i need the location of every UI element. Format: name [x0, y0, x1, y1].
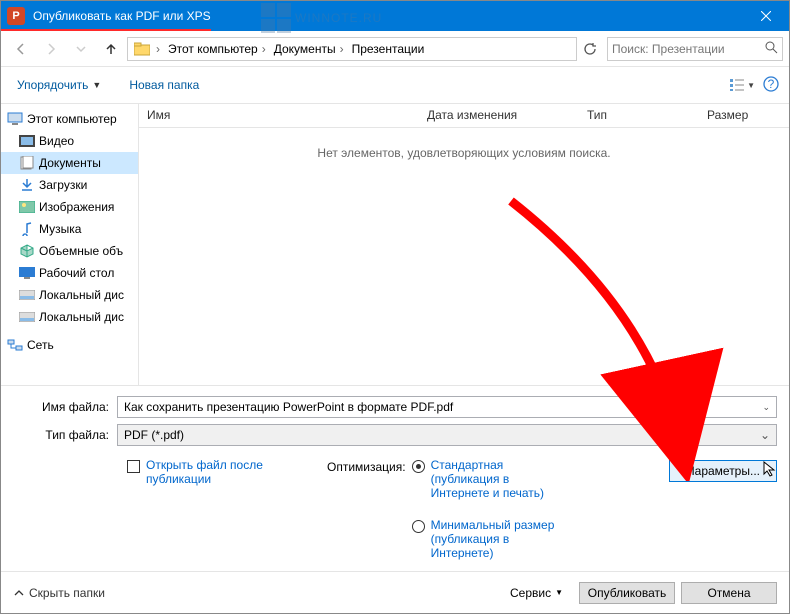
open-after-label: Открыть файл после публикации — [146, 458, 297, 486]
search-placeholder: Поиск: Презентации — [612, 42, 765, 56]
filename-label: Имя файла: — [13, 400, 117, 414]
view-options-button[interactable]: ▼ — [729, 78, 755, 92]
chevron-down-icon: ▼ — [747, 81, 755, 90]
window-title: Опубликовать как PDF или XPS — [33, 9, 743, 23]
tree-local-disk-2[interactable]: Локальный дис — [1, 306, 138, 328]
chevron-down-icon: ⌄ — [760, 428, 770, 442]
organize-button[interactable]: Упорядочить ▼ — [11, 74, 107, 96]
filetype-combo[interactable]: PDF (*.pdf) ⌄ — [117, 424, 777, 446]
search-input[interactable]: Поиск: Презентации — [607, 37, 783, 61]
chevron-right-icon: › — [338, 42, 346, 56]
search-icon — [765, 41, 778, 57]
breadcrumb-this-pc[interactable]: Этот компьютер — [162, 38, 260, 60]
documents-icon — [19, 155, 35, 171]
tools-button[interactable]: Сервис ▼ — [510, 586, 563, 600]
cancel-button[interactable]: Отмена — [681, 582, 777, 604]
up-button[interactable] — [97, 36, 125, 62]
help-button[interactable]: ? — [763, 76, 779, 95]
list-view-icon — [729, 78, 745, 92]
open-after-checkbox[interactable] — [127, 460, 140, 473]
network-icon — [7, 337, 23, 353]
close-icon — [761, 11, 771, 21]
folder-icon — [132, 39, 152, 59]
refresh-button[interactable] — [579, 36, 601, 62]
chevron-down-icon: ▼ — [555, 588, 563, 597]
tree-network[interactable]: Сеть — [1, 334, 138, 356]
powerpoint-app-icon: P — [7, 7, 25, 25]
chevron-up-icon — [13, 587, 25, 599]
computer-icon — [7, 111, 23, 127]
filetype-label: Тип файла: — [13, 428, 117, 442]
radio-minimal[interactable] — [412, 520, 425, 533]
disk-icon — [19, 287, 35, 303]
download-icon — [19, 177, 35, 193]
filename-input[interactable]: Как сохранить презентацию PowerPoint в ф… — [117, 396, 777, 418]
optimize-label: Оптимизация: — [327, 458, 406, 474]
hide-folders-button[interactable]: Скрыть папки — [13, 586, 105, 600]
forward-button[interactable] — [37, 36, 65, 62]
column-type[interactable]: Тип — [579, 104, 699, 127]
column-date[interactable]: Дата изменения — [419, 104, 579, 127]
back-button[interactable] — [7, 36, 35, 62]
column-size[interactable]: Размер — [699, 104, 789, 127]
parameters-button[interactable]: Параметры... — [669, 460, 777, 482]
breadcrumb-documents[interactable]: Документы — [268, 38, 338, 60]
tree-this-pc[interactable]: Этот компьютер — [1, 108, 138, 130]
breadcrumb-presentations[interactable]: Презентации — [346, 38, 427, 60]
close-button[interactable] — [743, 1, 789, 31]
tree-music[interactable]: Музыка — [1, 218, 138, 240]
tree-desktop[interactable]: Рабочий стол — [1, 262, 138, 284]
address-bar[interactable]: › Этот компьютер › Документы › Презентац… — [127, 37, 577, 61]
disk-icon — [19, 309, 35, 325]
tree-local-disk-1[interactable]: Локальный дис — [1, 284, 138, 306]
chevron-right-icon: › — [260, 42, 268, 56]
navigation-tree: Этот компьютер Видео Документы Загрузки … — [1, 104, 139, 385]
desktop-icon — [19, 265, 35, 281]
music-icon — [19, 221, 35, 237]
new-folder-button[interactable]: Новая папка — [123, 74, 205, 96]
tree-videos[interactable]: Видео — [1, 130, 138, 152]
images-icon — [19, 199, 35, 215]
radio-minimal-label: Минимальный размер (публикация в Интерне… — [431, 518, 571, 560]
chevron-right-icon: › — [154, 42, 162, 56]
video-icon — [19, 133, 35, 149]
cube-icon — [19, 243, 35, 259]
radio-standard[interactable] — [412, 460, 425, 473]
empty-folder-message: Нет элементов, удовлетворяющих условиям … — [139, 128, 789, 178]
tree-images[interactable]: Изображения — [1, 196, 138, 218]
radio-standard-label: Стандартная (публикация в Интернете и пе… — [431, 458, 561, 500]
tree-downloads[interactable]: Загрузки — [1, 174, 138, 196]
help-icon: ? — [763, 76, 779, 92]
column-name[interactable]: Имя — [139, 104, 419, 127]
tree-documents[interactable]: Документы — [1, 152, 138, 174]
chevron-down-icon[interactable]: ⌄ — [762, 402, 770, 413]
svg-text:?: ? — [768, 77, 775, 91]
chevron-down-icon: ▼ — [92, 80, 101, 90]
tree-3d-objects[interactable]: Объемные объ — [1, 240, 138, 262]
recent-locations-button[interactable] — [67, 36, 95, 62]
publish-button[interactable]: Опубликовать — [579, 582, 675, 604]
